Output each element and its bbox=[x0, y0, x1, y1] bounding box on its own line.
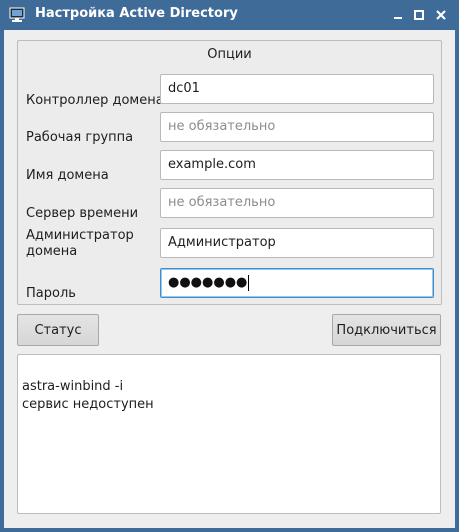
domain-admin-input[interactable]: Администратор bbox=[160, 228, 434, 258]
domain-admin-label: Администратор домена bbox=[26, 228, 134, 260]
options-group: Опции Контроллер домена dc01 Рабочая гру… bbox=[17, 40, 442, 305]
app-window: Настройка Active Directory Опции Контрол… bbox=[0, 0, 459, 532]
output-line: astra-winbind -i bbox=[22, 379, 124, 394]
maximize-icon[interactable] bbox=[409, 5, 429, 25]
domain-controller-input[interactable]: dc01 bbox=[160, 74, 434, 104]
close-icon[interactable] bbox=[431, 5, 451, 25]
domain-admin-label-line1: Администратор bbox=[26, 228, 134, 243]
time-server-input[interactable]: не обязательно bbox=[160, 188, 434, 218]
workgroup-label: Рабочая группа bbox=[26, 130, 134, 145]
workgroup-input[interactable]: не обязательно bbox=[160, 112, 434, 142]
domain-name-label: Имя домена bbox=[26, 168, 109, 183]
domain-controller-label: Контроллер домена bbox=[26, 93, 164, 108]
password-masked-value: ●●●●●●● bbox=[168, 275, 248, 290]
password-label: Пароль bbox=[26, 286, 76, 301]
password-input[interactable]: ●●●●●●● bbox=[160, 268, 434, 298]
output-line: сервис недоступен bbox=[22, 397, 154, 412]
text-cursor bbox=[248, 274, 250, 291]
title-bar[interactable]: Настройка Active Directory bbox=[0, 0, 459, 30]
options-group-title: Опции bbox=[207, 47, 252, 62]
time-server-label: Сервер времени bbox=[26, 206, 139, 221]
status-button[interactable]: Статус bbox=[17, 314, 99, 346]
minimize-icon[interactable] bbox=[388, 5, 408, 25]
computer-monitor-icon bbox=[8, 6, 26, 24]
connect-button[interactable]: Подключиться bbox=[332, 314, 441, 346]
window-content: Опции Контроллер домена dc01 Рабочая гру… bbox=[4, 30, 455, 528]
domain-name-input[interactable]: example.com bbox=[160, 150, 434, 180]
domain-admin-label-line2: домена bbox=[26, 244, 78, 259]
window-title: Настройка Active Directory bbox=[35, 6, 238, 21]
output-log[interactable]: astra-winbind -i сервис недоступен bbox=[17, 354, 441, 514]
